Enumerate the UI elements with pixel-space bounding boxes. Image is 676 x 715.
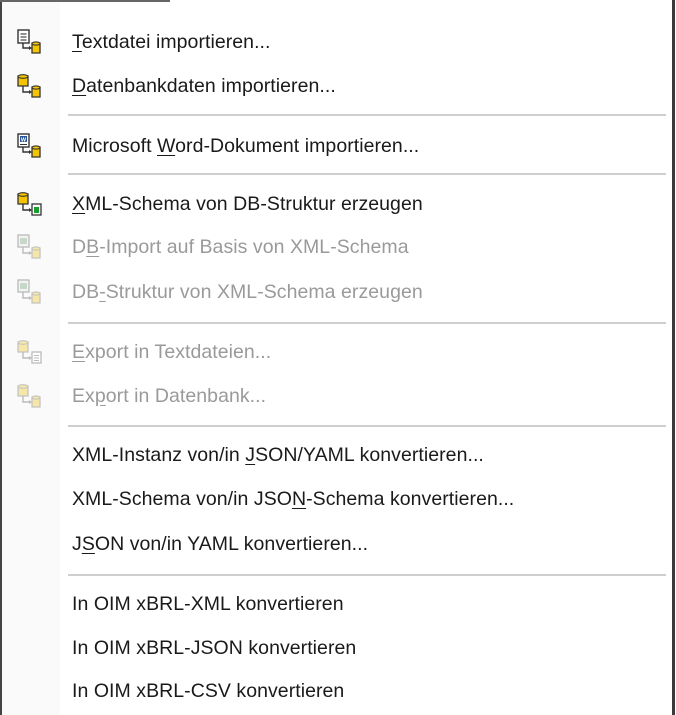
menu-item-label: XML-Instanz von/in JSON/YAML konvertiere… bbox=[72, 444, 484, 466]
menu-item-label: JSON von/in YAML konvertieren... bbox=[72, 533, 369, 555]
menu-item-oim-xbrl-json[interactable]: In OIM xBRL-JSON konvertieren bbox=[4, 630, 670, 666]
menu-item-label: Export in Datenbank... bbox=[72, 385, 267, 407]
menu-item-label: DB-Struktur von XML-Schema erzeugen bbox=[72, 281, 423, 303]
export-database-icon bbox=[17, 384, 41, 408]
menu-item-label: Datenbankdaten importieren... bbox=[72, 75, 336, 97]
menu-item-label: DB-Import auf Basis von XML-Schema bbox=[72, 236, 409, 258]
menu-item-label: In OIM xBRL-CSV konvertieren bbox=[72, 680, 345, 702]
svg-text:W: W bbox=[21, 137, 27, 143]
menu-item-label: Textdatei importieren... bbox=[72, 31, 271, 53]
menu-item-oim-xbrl-xml[interactable]: In OIM xBRL-XML konvertieren bbox=[4, 586, 670, 622]
menu-item-textdatei-importieren[interactable]: Textdatei importieren... bbox=[4, 24, 670, 60]
menu-item-xml-instanz-json-yaml[interactable]: XML-Instanz von/in JSON/YAML konvertiere… bbox=[4, 437, 670, 473]
schema-from-db-icon bbox=[17, 192, 42, 216]
separator bbox=[68, 114, 666, 116]
menu-item-label: Export in Textdateien... bbox=[72, 341, 272, 363]
import-database-icon bbox=[17, 74, 41, 98]
context-menu: Textdatei importieren... Datenbankdaten … bbox=[0, 0, 676, 715]
menu-item-export-textdateien[interactable]: Export in Textdateien... bbox=[4, 334, 670, 370]
separator bbox=[68, 173, 666, 175]
db-import-schema-icon bbox=[17, 234, 41, 259]
menu-item-label: In OIM xBRL-XML konvertieren bbox=[72, 593, 344, 615]
import-text-icon bbox=[17, 29, 41, 54]
db-structure-icon bbox=[17, 279, 41, 304]
menu-item-label: XML-Schema von DB-Struktur erzeugen bbox=[72, 193, 423, 215]
menu-item-json-yaml[interactable]: JSON von/in YAML konvertieren... bbox=[4, 526, 670, 562]
menu-item-label: In OIM xBRL-JSON konvertieren bbox=[72, 637, 357, 659]
menu-item-word-importieren[interactable]: W Microsoft Word-Dokument importieren... bbox=[4, 128, 670, 164]
menu-item-db-import[interactable]: DB-Import auf Basis von XML-Schema bbox=[4, 229, 670, 265]
separator bbox=[68, 322, 666, 324]
menu-item-db-struktur[interactable]: DB-Struktur von XML-Schema erzeugen bbox=[4, 274, 670, 310]
separator bbox=[68, 574, 666, 576]
export-text-icon bbox=[17, 340, 42, 364]
menu-item-export-datenbank[interactable]: Export in Datenbank... bbox=[4, 378, 670, 414]
menu-item-oim-xbrl-csv[interactable]: In OIM xBRL-CSV konvertieren bbox=[4, 673, 670, 709]
menu-item-xml-schema-von-db[interactable]: XML-Schema von DB-Struktur erzeugen bbox=[4, 186, 670, 222]
separator bbox=[68, 425, 666, 427]
menu-item-label: Microsoft Word-Dokument importieren... bbox=[72, 135, 420, 157]
import-word-icon: W bbox=[17, 133, 41, 158]
menu-item-datenbankdaten-importieren[interactable]: Datenbankdaten importieren... bbox=[4, 68, 670, 104]
menu-right-border bbox=[672, 0, 675, 715]
menu-item-xml-schema-json-schema[interactable]: XML-Schema von/in JSON-Schema konvertier… bbox=[4, 481, 670, 517]
menu-item-label: XML-Schema von/in JSON-Schema konvertier… bbox=[72, 488, 515, 510]
